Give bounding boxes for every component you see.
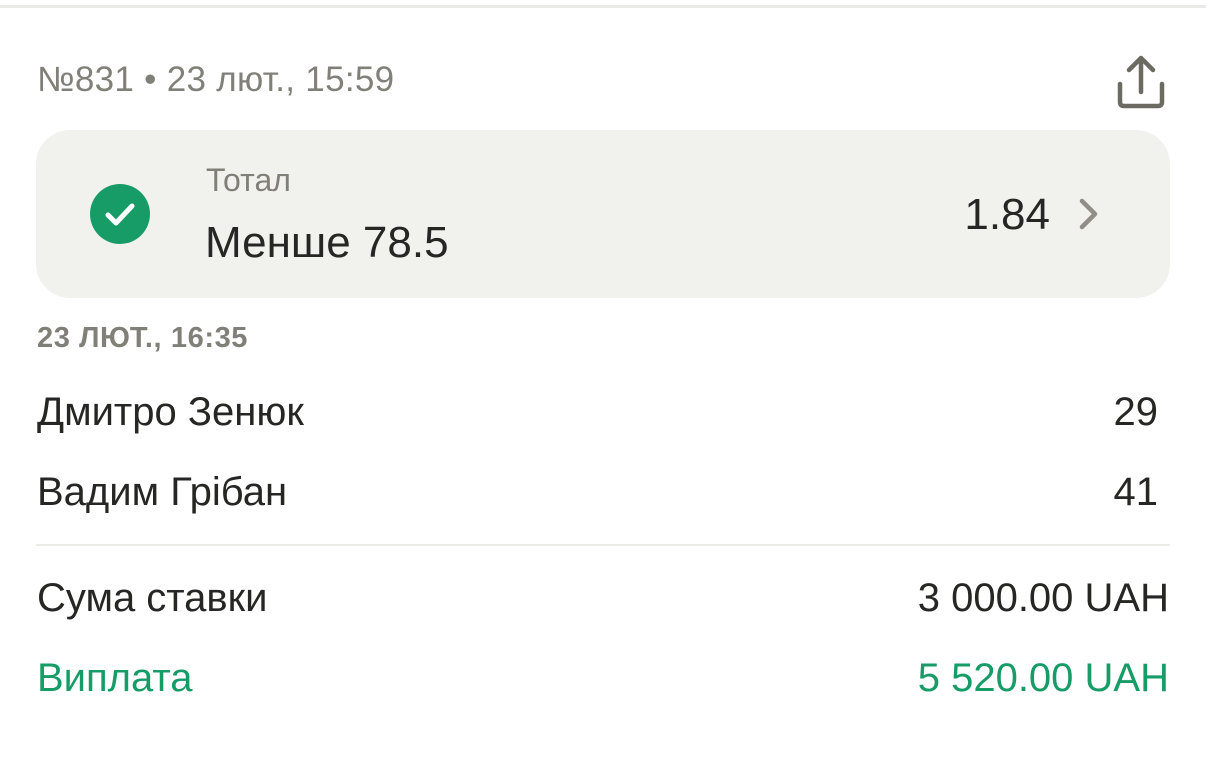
chevron-right-icon — [1079, 198, 1098, 230]
bet-number: №831 — [37, 60, 135, 99]
payout-label: Виплата — [37, 656, 193, 700]
team-name: Вадим Грібан — [37, 470, 288, 514]
bet-placed-time: 23 лют., 15:59 — [166, 60, 395, 99]
stake-value: 3 000.00 UAH — [917, 576, 1169, 620]
stake-label: Сума ставки — [37, 576, 268, 620]
bet-selection-card[interactable]: Тотал Менше 78.5 1.84 — [36, 130, 1170, 298]
payout-value: 5 520.00 UAH — [917, 656, 1169, 700]
header-separator: • — [144, 60, 157, 99]
market-label: Тотал — [206, 162, 291, 198]
payout-row: Виплата 5 520.00 UAH — [37, 656, 1169, 706]
share-button[interactable] — [1110, 52, 1172, 114]
team-row: Дмитро Зенюк 29 — [37, 390, 1158, 440]
team-score: 41 — [1113, 470, 1159, 514]
event-start-time: 23 ЛЮТ., 16:35 — [37, 322, 249, 354]
check-circle-icon — [90, 184, 150, 244]
top-divider — [0, 0, 1206, 8]
selection-label: Менше 78.5 — [205, 218, 449, 267]
bet-header-meta: №831 • 23 лют., 15:59 — [37, 60, 394, 100]
team-name: Дмитро Зенюк — [37, 390, 304, 434]
team-row: Вадим Грібан 41 — [37, 470, 1158, 520]
share-icon — [1117, 55, 1165, 109]
divider — [36, 544, 1170, 546]
team-score: 29 — [1113, 390, 1159, 434]
stake-row: Сума ставки 3 000.00 UAH — [37, 576, 1169, 626]
odds-value: 1.84 — [964, 190, 1050, 239]
